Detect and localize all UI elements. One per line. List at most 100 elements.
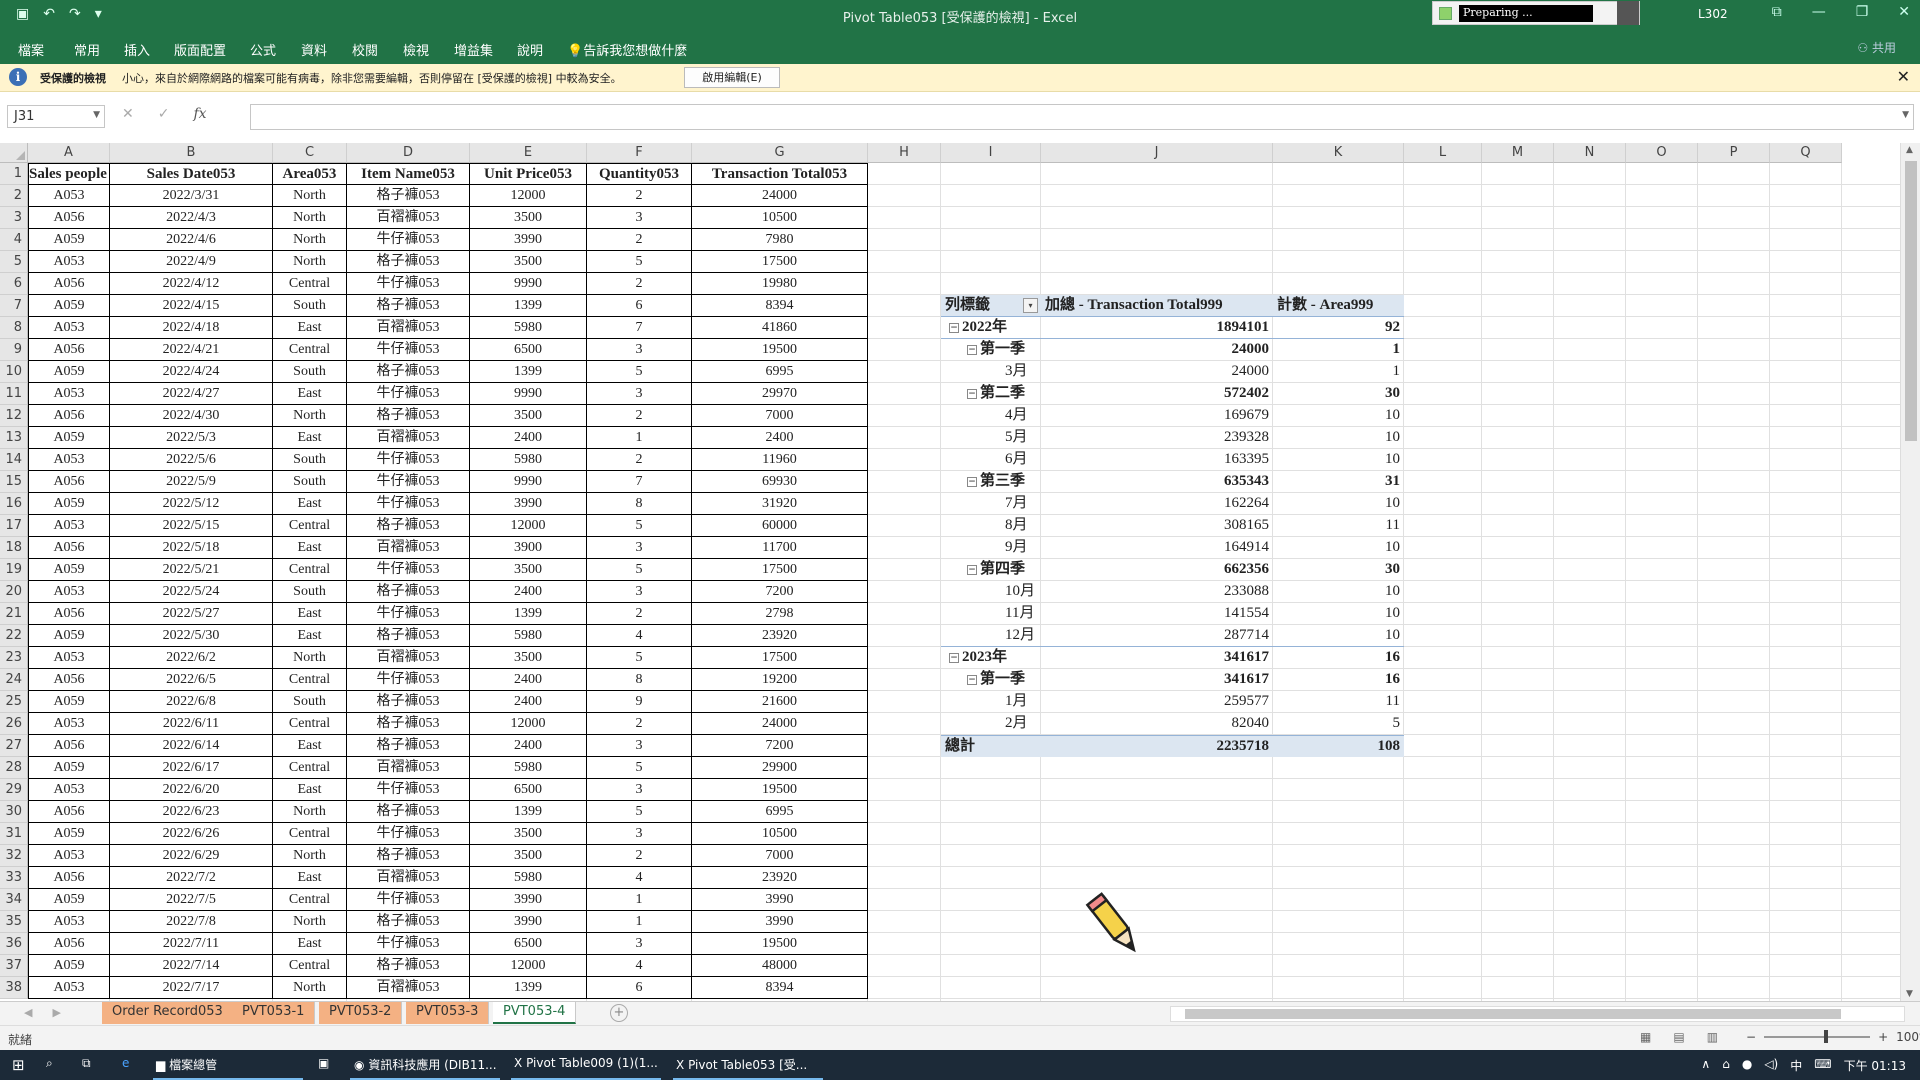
- scroll-up-icon[interactable]: ▲: [1906, 145, 1913, 155]
- table-cell[interactable]: 2798: [692, 603, 868, 625]
- column-header-P[interactable]: P: [1698, 143, 1770, 163]
- table-cell[interactable]: 3500: [470, 845, 587, 867]
- table-cell[interactable]: 19500: [692, 779, 868, 801]
- table-cell[interactable]: South: [273, 581, 347, 603]
- table-cell[interactable]: A056: [28, 537, 110, 559]
- table-cell[interactable]: 格子褲053: [347, 581, 470, 603]
- table-cell[interactable]: A056: [28, 801, 110, 823]
- prev-sheet-icon[interactable]: ◀: [24, 1006, 32, 1019]
- table-cell[interactable]: 2: [587, 449, 692, 471]
- table-cell[interactable]: 牛仔褲053: [347, 669, 470, 691]
- table-cell[interactable]: A056: [28, 669, 110, 691]
- row-header-2[interactable]: 2: [0, 185, 28, 207]
- table-cell[interactable]: North: [273, 405, 347, 427]
- tab-home[interactable]: 常用: [74, 40, 100, 59]
- tab-addins[interactable]: 增益集: [454, 40, 493, 59]
- table-cell[interactable]: East: [273, 317, 347, 339]
- minimize-button[interactable]: —: [1812, 4, 1826, 20]
- table-cell[interactable]: North: [273, 185, 347, 207]
- table-cell[interactable]: 2022/6/5: [110, 669, 273, 691]
- table-cell[interactable]: 牛仔褲053: [347, 559, 470, 581]
- table-cell[interactable]: Central: [273, 515, 347, 537]
- collapse-toggle-icon[interactable]: −: [949, 652, 959, 663]
- windows-start-icon[interactable]: ⊞: [12, 1056, 25, 1074]
- table-cell[interactable]: Central: [273, 757, 347, 779]
- table-cell[interactable]: North: [273, 251, 347, 273]
- table-cell[interactable]: 48000: [692, 955, 868, 977]
- table-cell[interactable]: 5980: [470, 317, 587, 339]
- table-cell[interactable]: A056: [28, 273, 110, 295]
- table-cell[interactable]: 5: [587, 559, 692, 581]
- close-button[interactable]: ✕: [1898, 4, 1910, 20]
- table-cell[interactable]: 3500: [470, 251, 587, 273]
- edge-icon[interactable]: e: [122, 1056, 129, 1070]
- row-header-8[interactable]: 8: [0, 317, 28, 339]
- table-cell[interactable]: 1399: [470, 603, 587, 625]
- enable-editing-button[interactable]: 啟用編輯(E): [684, 67, 780, 88]
- table-cell[interactable]: 5980: [470, 449, 587, 471]
- formula-input[interactable]: ▼: [250, 104, 1914, 130]
- table-cell[interactable]: A053: [28, 713, 110, 735]
- tab-help[interactable]: 說明: [517, 40, 543, 59]
- table-cell[interactable]: 2022/5/27: [110, 603, 273, 625]
- table-cell[interactable]: 3990: [692, 889, 868, 911]
- table-cell[interactable]: East: [273, 735, 347, 757]
- row-header-31[interactable]: 31: [0, 823, 28, 845]
- table-cell[interactable]: East: [273, 493, 347, 515]
- pivot-row[interactable]: 12月 287714 10: [941, 625, 1404, 647]
- tab-insert[interactable]: 插入: [124, 40, 150, 59]
- taskbar-excel-1[interactable]: X Pivot Table009 (1)(1...: [514, 1056, 658, 1070]
- table-cell[interactable]: 2022/7/2: [110, 867, 273, 889]
- table-cell[interactable]: 19980: [692, 273, 868, 295]
- table-header[interactable]: Unit Price053: [470, 163, 587, 185]
- user-name[interactable]: L302: [1698, 7, 1728, 21]
- table-cell[interactable]: A053: [28, 911, 110, 933]
- cancel-icon[interactable]: ✕: [122, 106, 134, 122]
- pivot-row[interactable]: 7月 162264 10: [941, 493, 1404, 515]
- table-cell[interactable]: 2022/4/21: [110, 339, 273, 361]
- table-cell[interactable]: A059: [28, 361, 110, 383]
- table-cell[interactable]: A056: [28, 867, 110, 889]
- row-header-22[interactable]: 22: [0, 625, 28, 647]
- table-cell[interactable]: 百褶褲053: [347, 977, 470, 999]
- table-cell[interactable]: 3990: [692, 911, 868, 933]
- tab-view[interactable]: 檢視: [403, 40, 429, 59]
- table-cell[interactable]: 2: [587, 229, 692, 251]
- table-cell[interactable]: A056: [28, 405, 110, 427]
- table-cell[interactable]: 2022/4/12: [110, 273, 273, 295]
- network-icon[interactable]: ⌂: [1722, 1057, 1730, 1074]
- page-break-view-icon[interactable]: ▥: [1707, 1030, 1718, 1044]
- row-header-28[interactable]: 28: [0, 757, 28, 779]
- table-cell[interactable]: 2022/5/15: [110, 515, 273, 537]
- table-cell[interactable]: A053: [28, 977, 110, 999]
- table-cell[interactable]: North: [273, 911, 347, 933]
- table-cell[interactable]: 格子褲053: [347, 405, 470, 427]
- table-cell[interactable]: 11700: [692, 537, 868, 559]
- ime-indicator[interactable]: 中: [1790, 1057, 1802, 1074]
- table-cell[interactable]: 5980: [470, 867, 587, 889]
- collapse-toggle-icon[interactable]: −: [967, 388, 977, 399]
- table-cell[interactable]: 3500: [470, 405, 587, 427]
- table-cell[interactable]: 17500: [692, 559, 868, 581]
- zoom-out-button[interactable]: −: [1746, 1030, 1756, 1044]
- table-cell[interactable]: 9990: [470, 471, 587, 493]
- table-cell[interactable]: 2: [587, 845, 692, 867]
- table-cell[interactable]: 3: [587, 933, 692, 955]
- row-header-11[interactable]: 11: [0, 383, 28, 405]
- table-cell[interactable]: 2022/5/6: [110, 449, 273, 471]
- row-header-1[interactable]: 1: [0, 163, 28, 185]
- table-cell[interactable]: South: [273, 361, 347, 383]
- table-cell[interactable]: 格子褲053: [347, 185, 470, 207]
- row-header-4[interactable]: 4: [0, 229, 28, 251]
- table-cell[interactable]: 21600: [692, 691, 868, 713]
- table-cell[interactable]: 2022/4/18: [110, 317, 273, 339]
- pivot-row[interactable]: 1月 259577 11: [941, 691, 1404, 713]
- table-cell[interactable]: East: [273, 779, 347, 801]
- table-cell[interactable]: 2022/6/20: [110, 779, 273, 801]
- enter-icon[interactable]: ✓: [158, 106, 170, 122]
- row-header-27[interactable]: 27: [0, 735, 28, 757]
- table-cell[interactable]: South: [273, 471, 347, 493]
- table-cell[interactable]: 5980: [470, 625, 587, 647]
- table-cell[interactable]: 2022/6/14: [110, 735, 273, 757]
- new-sheet-button[interactable]: +: [610, 1004, 628, 1022]
